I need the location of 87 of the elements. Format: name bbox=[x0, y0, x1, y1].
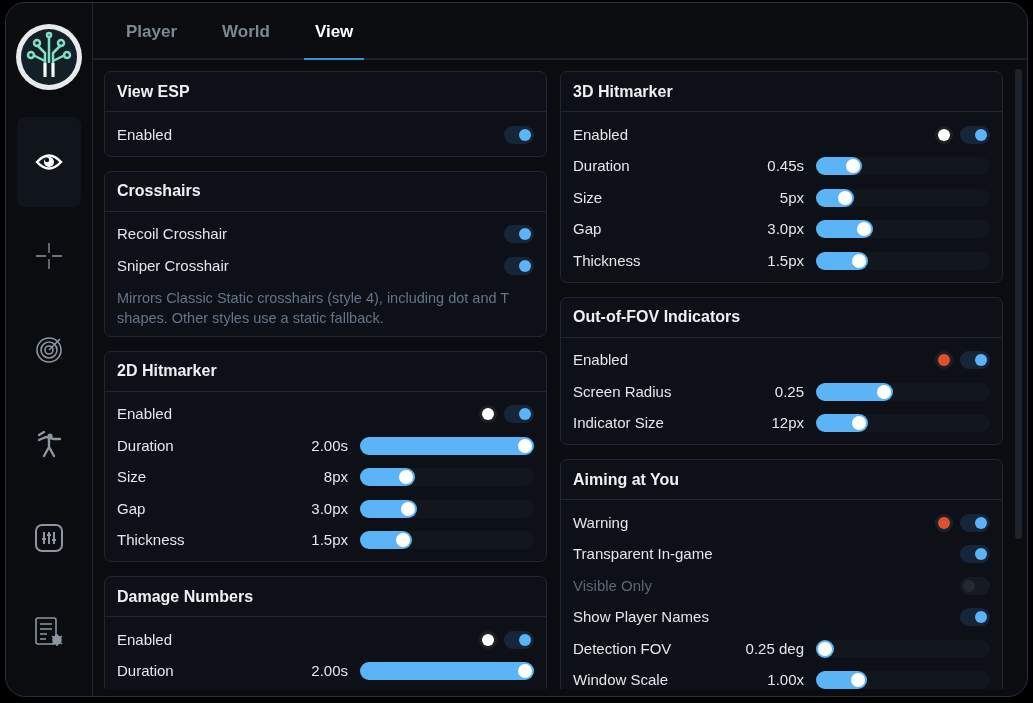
setting-label: Detection FOV bbox=[573, 638, 672, 659]
tab[interactable]: World bbox=[211, 5, 281, 60]
slider-thumb[interactable] bbox=[518, 664, 532, 679]
setting-label: Enabled bbox=[117, 404, 173, 424]
slider-track[interactable] bbox=[360, 662, 534, 681]
setting-label: Show Player Names bbox=[573, 607, 709, 627]
setting-label: Thickness bbox=[573, 250, 641, 271]
value-readout: 0.45s bbox=[767, 156, 804, 176]
slider-thumb[interactable] bbox=[399, 470, 414, 485]
setting-label: Size bbox=[573, 187, 603, 208]
card-title: Crosshairs bbox=[117, 181, 201, 201]
value-readout: 8px bbox=[323, 467, 348, 487]
value-readout: 2.00s bbox=[311, 435, 348, 456]
slider-thumb[interactable] bbox=[396, 533, 411, 548]
setting-label: Transparent In-game bbox=[573, 544, 713, 564]
card-title: 2D Hitmarker bbox=[117, 361, 217, 381]
slider-track[interactable] bbox=[360, 436, 534, 455]
setting-label: Enabled bbox=[573, 124, 629, 145]
setting-label: Duration bbox=[117, 661, 174, 681]
value-readout: 12px bbox=[771, 413, 804, 433]
bug-report-icon bbox=[35, 617, 63, 647]
card-title: Damage Numbers bbox=[117, 586, 254, 607]
card-title: Out-of-FOV Indicators bbox=[573, 307, 741, 327]
toggle-switch[interactable] bbox=[504, 125, 534, 144]
toggle-switch[interactable] bbox=[960, 351, 990, 370]
toggle-switch[interactable] bbox=[960, 545, 990, 564]
slider-thumb[interactable] bbox=[852, 416, 867, 431]
card-title: View ESP bbox=[117, 81, 190, 102]
setting-label: Gap bbox=[117, 498, 146, 519]
setting-label: Visible Only bbox=[573, 575, 652, 596]
slider-track[interactable] bbox=[816, 382, 990, 401]
sidebar-item[interactable] bbox=[17, 117, 81, 207]
slider-track[interactable] bbox=[816, 671, 990, 689]
slider-track[interactable] bbox=[360, 531, 534, 550]
setting-label: Indicator Size bbox=[573, 413, 664, 433]
card-title: 3D Hitmarker bbox=[573, 81, 673, 102]
eye-icon bbox=[35, 152, 63, 172]
setting-label: Enabled bbox=[117, 629, 173, 650]
slider-track[interactable] bbox=[816, 188, 990, 207]
value-readout: 1.00x bbox=[767, 670, 804, 689]
setting-label: Thickness bbox=[117, 530, 185, 550]
slider-track[interactable] bbox=[816, 414, 990, 433]
setting-label: Warning bbox=[573, 512, 629, 533]
slider-track[interactable] bbox=[360, 468, 534, 487]
toggle-switch[interactable] bbox=[504, 225, 534, 244]
slider-track[interactable] bbox=[816, 251, 990, 270]
slider-track[interactable] bbox=[360, 499, 534, 518]
setting-label: Recoil Crosshair bbox=[117, 224, 228, 244]
logo bbox=[15, 23, 83, 91]
toggle-switch[interactable] bbox=[960, 513, 990, 532]
slider-thumb[interactable] bbox=[857, 222, 871, 237]
setting-label: Window Scale bbox=[573, 670, 669, 689]
sliders-icon bbox=[35, 524, 63, 552]
setting-label: Size bbox=[117, 467, 147, 487]
toggle-switch[interactable] bbox=[960, 608, 990, 627]
setting-label: Sniper Crosshair bbox=[117, 255, 229, 276]
help-text: Mirrors Classic Static crosshairs (style 4), including dot and T shapes. Other styles use a static fallback. bbox=[117, 288, 510, 328]
toggle-switch[interactable] bbox=[960, 125, 990, 144]
slider-track[interactable] bbox=[816, 639, 990, 658]
card-title: Aiming at You bbox=[573, 469, 680, 490]
toggle-switch[interactable] bbox=[504, 256, 534, 275]
value-readout: 1.5px bbox=[767, 250, 804, 271]
setting-label: Gap bbox=[573, 219, 602, 239]
setting-label: Duration bbox=[573, 156, 630, 176]
value-readout: 3.0px bbox=[767, 219, 804, 239]
toggle-switch[interactable] bbox=[504, 405, 534, 424]
slider-track[interactable] bbox=[816, 157, 990, 176]
slider-thumb[interactable] bbox=[818, 641, 832, 656]
value-readout: 3.0px bbox=[311, 498, 348, 519]
setting-label: Screen Radius bbox=[573, 381, 672, 402]
setting-label: Duration bbox=[117, 435, 174, 456]
value-readout: 5px bbox=[779, 187, 804, 208]
scrollbar[interactable] bbox=[1015, 69, 1022, 539]
tab[interactable]: Player bbox=[115, 5, 189, 60]
target-icon bbox=[35, 336, 63, 364]
slider-thumb[interactable] bbox=[846, 159, 861, 174]
crosshair-icon bbox=[36, 243, 62, 269]
value-readout: 0.25 bbox=[774, 381, 804, 402]
toggle-switch[interactable] bbox=[504, 630, 534, 649]
value-readout: 1.5px bbox=[311, 530, 348, 550]
person-icon bbox=[36, 430, 62, 458]
value-readout: 0.25 deg bbox=[745, 638, 804, 659]
setting-label: Enabled bbox=[117, 124, 173, 145]
slider-track[interactable] bbox=[816, 220, 990, 239]
tab[interactable]: View bbox=[303, 5, 365, 60]
value-readout: 2.00s bbox=[311, 661, 348, 681]
setting-label: Enabled bbox=[573, 350, 629, 370]
